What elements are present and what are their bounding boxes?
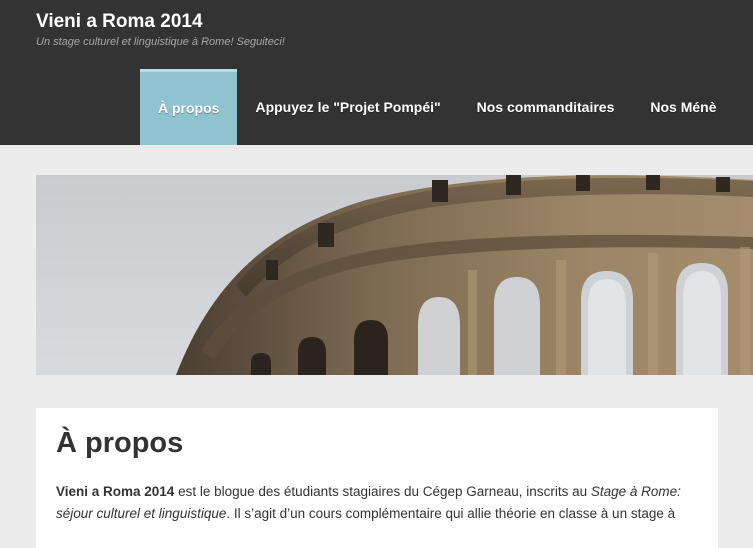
- nav-item-menes[interactable]: Nos Ménè: [632, 69, 734, 145]
- nav-item-projet-pompei[interactable]: Appuyez le "Projet Pompéi": [237, 69, 458, 145]
- intro-strong-lead: Vieni a Roma 2014: [56, 484, 175, 499]
- intro-paragraph: Vieni a Roma 2014 est le blogue des étud…: [56, 481, 716, 525]
- main-nav: À propos Appuyez le "Projet Pompéi" Nos …: [140, 69, 735, 145]
- site-tagline: Un stage culturel et linguistique à Rome…: [36, 36, 285, 48]
- intro-text-1: est le blogue des étudiants stagiaires d…: [174, 484, 591, 499]
- header-banner-image: [36, 175, 753, 375]
- content-panel: À propos Vieni a Roma 2014 est le blogue…: [36, 408, 718, 548]
- site-header: Vieni a Roma 2014 Un stage culturel et l…: [0, 0, 753, 145]
- intro-text-2: . Il s’agit d’un cours complémentaire qu…: [226, 506, 676, 521]
- nav-item-commanditaires[interactable]: Nos commanditaires: [459, 69, 633, 145]
- page-title: À propos: [56, 427, 184, 459]
- site-title[interactable]: Vieni a Roma 2014: [36, 11, 203, 33]
- colosseum-image: [36, 175, 753, 375]
- nav-item-a-propos[interactable]: À propos: [140, 69, 238, 145]
